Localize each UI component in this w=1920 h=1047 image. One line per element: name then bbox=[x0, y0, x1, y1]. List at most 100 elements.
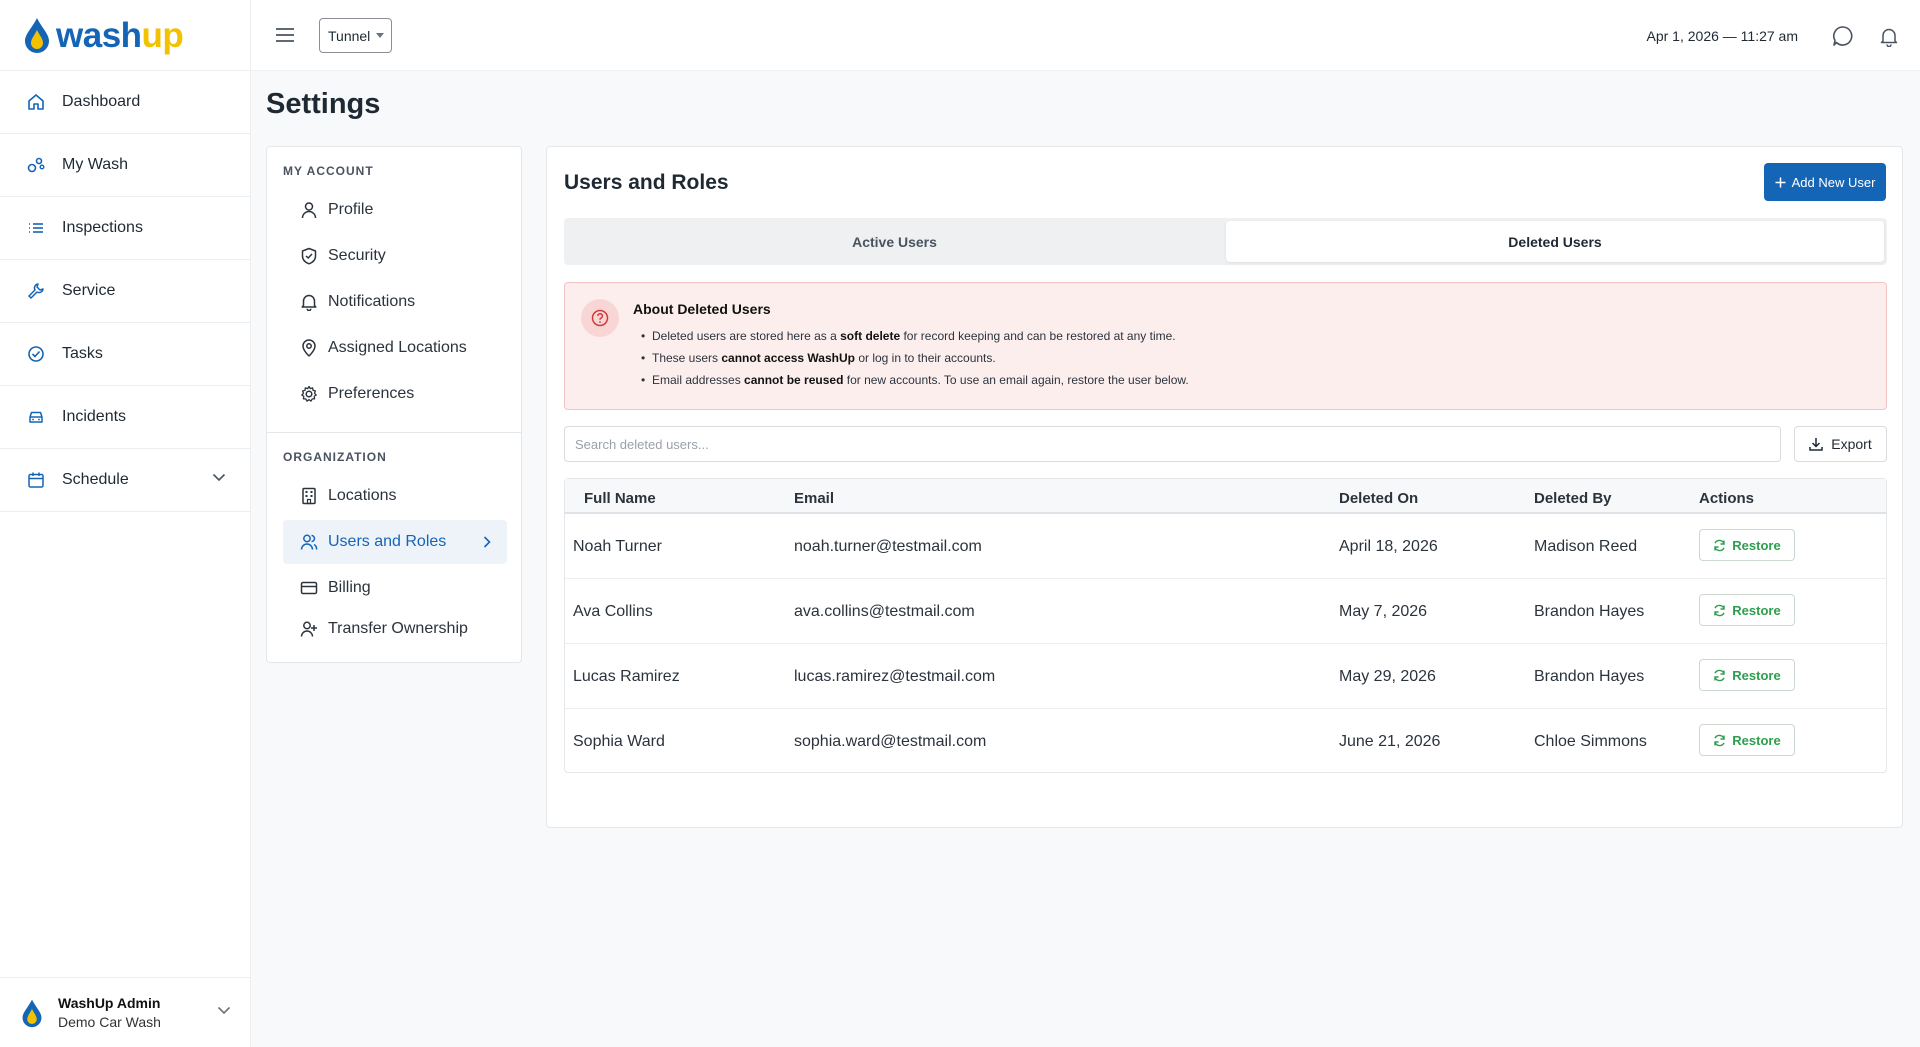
nav-label: Tasks bbox=[62, 345, 103, 362]
menu-notifications[interactable]: Notifications bbox=[283, 280, 507, 324]
caret-down-icon bbox=[376, 33, 385, 38]
settings-menu: MY ACCOUNT Profile Security Notification… bbox=[266, 146, 522, 663]
cell-email: ava.collins@testmail.com bbox=[794, 603, 975, 620]
users-roles-card: Users and Roles Add New User Active User… bbox=[546, 146, 1903, 828]
chevron-down-icon bbox=[217, 1006, 231, 1015]
location-select[interactable]: Tunnel bbox=[319, 18, 392, 53]
washup-logo[interactable]: washup bbox=[0, 0, 250, 71]
cell-deleted-by: Brandon Hayes bbox=[1534, 668, 1645, 685]
plus-icon bbox=[1775, 177, 1786, 187]
check-circle-icon bbox=[28, 346, 44, 362]
column-actions: Actions bbox=[1699, 490, 1755, 507]
menu-profile[interactable]: Profile bbox=[283, 188, 507, 232]
deleted-users-table: Full Name Email Deleted On Deleted By Ac… bbox=[564, 478, 1887, 773]
column-full-name[interactable]: Full Name bbox=[584, 490, 656, 507]
tab-deleted-users[interactable]: Deleted Users bbox=[1226, 221, 1884, 262]
refresh-icon bbox=[1714, 539, 1725, 551]
menu-divider bbox=[267, 432, 521, 433]
nav-inspections[interactable]: Inspections bbox=[0, 197, 250, 260]
building-icon bbox=[302, 487, 316, 505]
menu-label: Security bbox=[328, 247, 386, 264]
cell-deleted-on: May 29, 2026 bbox=[1339, 668, 1436, 685]
export-label: Export bbox=[1831, 436, 1872, 452]
home-icon bbox=[28, 94, 44, 110]
table-row: Ava Collins ava.collins@testmail.com May… bbox=[565, 579, 1886, 644]
info-line: Deleted users are stored here as a soft … bbox=[641, 329, 1189, 351]
nav-dashboard[interactable]: Dashboard bbox=[0, 71, 250, 134]
sidebar: washup Dashboard My Wash Inspections Ser… bbox=[0, 0, 251, 1047]
nav-label: Dashboard bbox=[62, 93, 141, 110]
menu-preferences[interactable]: Preferences bbox=[283, 372, 507, 416]
add-new-user-label: Add New User bbox=[1791, 174, 1876, 190]
washup-drop-icon bbox=[22, 999, 42, 1027]
section-organization: ORGANIZATION bbox=[283, 450, 387, 464]
cell-full-name: Noah Turner bbox=[573, 538, 662, 555]
menu-locations[interactable]: Locations bbox=[283, 474, 507, 518]
column-deleted-on[interactable]: Deleted On bbox=[1339, 490, 1418, 507]
list-icon bbox=[29, 223, 43, 233]
menu-label: Preferences bbox=[328, 385, 415, 402]
credit-card-icon bbox=[300, 581, 318, 595]
nav-schedule[interactable]: Schedule bbox=[0, 449, 250, 512]
menu-label: Assigned Locations bbox=[328, 339, 467, 356]
shield-icon bbox=[301, 247, 317, 265]
users-icon bbox=[300, 534, 318, 550]
user-names: WashUp Admin Demo Car Wash bbox=[58, 995, 161, 1030]
nav-label: My Wash bbox=[62, 156, 129, 173]
chevron-right-icon bbox=[483, 536, 491, 548]
menu-assigned-locations[interactable]: Assigned Locations bbox=[283, 326, 507, 370]
cell-full-name: Lucas Ramirez bbox=[573, 668, 680, 685]
cell-email: noah.turner@testmail.com bbox=[794, 538, 982, 555]
restore-label: Restore bbox=[1732, 667, 1781, 683]
page-title: Settings bbox=[266, 88, 381, 120]
calendar-icon bbox=[28, 472, 44, 488]
menu-users-and-roles[interactable]: Users and Roles bbox=[283, 520, 507, 564]
download-icon bbox=[1809, 438, 1824, 451]
menu-billing[interactable]: Billing bbox=[283, 566, 507, 610]
cell-deleted-on: April 18, 2026 bbox=[1339, 538, 1438, 555]
column-email[interactable]: Email bbox=[794, 490, 834, 507]
restore-button[interactable]: Restore bbox=[1699, 724, 1795, 756]
cell-deleted-on: May 7, 2026 bbox=[1339, 603, 1428, 620]
restore-button[interactable]: Restore bbox=[1699, 529, 1795, 561]
search-deleted-users-input[interactable] bbox=[564, 426, 1781, 462]
washup-drop-icon bbox=[25, 18, 49, 53]
restore-button[interactable]: Restore bbox=[1699, 659, 1795, 691]
column-deleted-by[interactable]: Deleted By bbox=[1534, 490, 1612, 507]
tab-active-users[interactable]: Active Users bbox=[567, 221, 1222, 262]
deleted-users-info: About Deleted Users Deleted users are st… bbox=[564, 282, 1887, 410]
topbar: Tunnel Apr 1, 2026 — 11:27 am bbox=[251, 0, 1920, 71]
menu-icon[interactable] bbox=[275, 25, 295, 45]
nav-tasks[interactable]: Tasks bbox=[0, 323, 250, 386]
table-row: Noah Turner noah.turner@testmail.com Apr… bbox=[565, 514, 1886, 579]
location-select-value: Tunnel bbox=[328, 27, 371, 44]
menu-label: Billing bbox=[328, 579, 371, 596]
restore-button[interactable]: Restore bbox=[1699, 594, 1795, 626]
info-title: About Deleted Users bbox=[633, 301, 771, 317]
table-header: Full Name Email Deleted On Deleted By Ac… bbox=[565, 479, 1886, 514]
restore-label: Restore bbox=[1732, 537, 1781, 553]
nav-incidents[interactable]: Incidents bbox=[0, 386, 250, 449]
cell-email: lucas.ramirez@testmail.com bbox=[794, 668, 996, 685]
logo-text: washup bbox=[56, 15, 184, 55]
user-account-menu[interactable]: WashUp Admin Demo Car Wash bbox=[0, 977, 251, 1047]
cell-email: sophia.ward@testmail.com bbox=[794, 733, 987, 750]
info-line: These users cannot access WashUp or log … bbox=[641, 351, 1189, 373]
cell-full-name: Ava Collins bbox=[573, 603, 653, 620]
cell-full-name: Sophia Ward bbox=[573, 733, 665, 750]
bell-icon[interactable] bbox=[1880, 27, 1898, 47]
menu-security[interactable]: Security bbox=[283, 234, 507, 278]
help-circle-icon bbox=[581, 299, 619, 337]
nav-my-wash[interactable]: My Wash bbox=[0, 134, 250, 197]
info-list: Deleted users are stored here as a soft … bbox=[641, 329, 1189, 395]
org-name: Demo Car Wash bbox=[58, 1014, 161, 1030]
section-my-account: MY ACCOUNT bbox=[283, 164, 374, 178]
nav-service[interactable]: Service bbox=[0, 260, 250, 323]
add-new-user-button[interactable]: Add New User bbox=[1764, 163, 1886, 201]
user-icon bbox=[301, 202, 317, 219]
info-line: Email addresses cannot be reused for new… bbox=[641, 373, 1189, 395]
export-button[interactable]: Export bbox=[1794, 426, 1887, 462]
chat-icon[interactable] bbox=[1832, 25, 1854, 47]
chevron-down-icon[interactable] bbox=[212, 473, 226, 482]
menu-transfer-ownership[interactable]: Transfer Ownership bbox=[283, 607, 507, 651]
